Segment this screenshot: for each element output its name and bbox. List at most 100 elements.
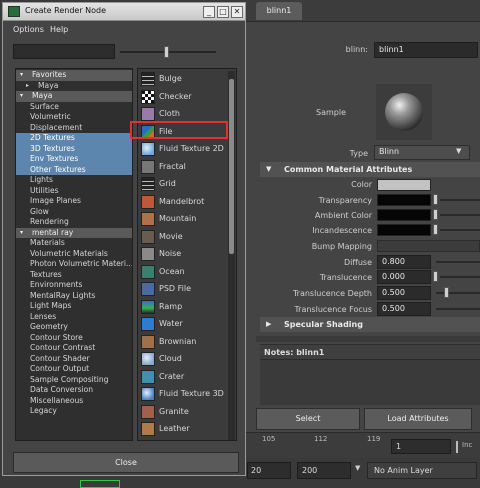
node-item-brownian[interactable]: Brownian [141, 334, 229, 350]
tree-item-maya[interactable]: ▸ Maya [16, 81, 132, 92]
maximize-button[interactable]: □ [217, 6, 229, 18]
tree-item-contour-output[interactable]: Contour Output [16, 364, 132, 375]
translucence-focus-field[interactable]: 0.500 [377, 302, 431, 316]
node-item-checker[interactable]: Checker [141, 89, 229, 105]
node-item-cloud[interactable]: Cloud [141, 351, 229, 367]
menu-help[interactable]: Help [50, 25, 68, 34]
tree-item-materials[interactable]: Materials [16, 238, 132, 249]
tree-item-lenses[interactable]: Lenses [16, 312, 132, 323]
tree-item-photon-volumetric-materi[interactable]: Photon Volumetric Materi... [16, 259, 132, 270]
tree-item-lights[interactable]: Lights [16, 175, 132, 186]
node-item-leather[interactable]: Leather [141, 421, 229, 437]
node-item-movie[interactable]: Movie [141, 229, 229, 245]
icon-size-slider[interactable] [164, 46, 169, 58]
filter-input[interactable] [13, 44, 115, 59]
select-button[interactable]: Select [256, 408, 360, 430]
node-item-bulge[interactable]: Bulge [141, 71, 229, 87]
translucence-depth-slider[interactable] [444, 287, 449, 298]
node-item-fluid-texture-2d[interactable]: Fluid Texture 2D [141, 141, 229, 157]
bump-field[interactable] [377, 240, 480, 252]
tree-item-favorites[interactable]: ▾ Favorites [16, 70, 132, 81]
tree-item-contour-store[interactable]: Contour Store [16, 333, 132, 344]
tree-item-image-planes[interactable]: Image Planes [16, 196, 132, 207]
tree-item-mental-ray[interactable]: ▾ mental ray [16, 227, 132, 239]
close-window-button[interactable]: ✕ [231, 6, 243, 18]
name-field[interactable]: blinn1 [374, 42, 478, 58]
tree-item-displacement[interactable]: Displacement [16, 123, 132, 134]
node-item-ocean[interactable]: Ocean [141, 264, 229, 280]
translucence-field[interactable]: 0.000 [377, 270, 431, 284]
tree-item-utilities[interactable]: Utilities [16, 186, 132, 197]
tree-item-sample-compositing[interactable]: Sample Compositing [16, 375, 132, 386]
node-item-fractal[interactable]: Fractal [141, 159, 229, 175]
node-item-fluid-texture-3d[interactable]: Fluid Texture 3D [141, 386, 229, 402]
tree-arrow-icon[interactable]: ▾ [20, 228, 23, 239]
incandescence-slider[interactable] [433, 224, 438, 235]
ambient-track[interactable] [440, 214, 480, 216]
node-item-ramp[interactable]: Ramp [141, 299, 229, 315]
node-item-mandelbrot[interactable]: Mandelbrot [141, 194, 229, 210]
time-slider[interactable]: 105 112 119 1 Inc [246, 432, 480, 458]
minimize-button[interactable]: _ [203, 6, 215, 18]
notes-textarea[interactable] [260, 359, 480, 405]
node-item-mountain[interactable]: Mountain [141, 211, 229, 227]
tree-item-volumetric[interactable]: Volumetric [16, 112, 132, 123]
tree-item-contour-contrast[interactable]: Contour Contrast [16, 343, 132, 354]
tree-item-mentalray-lights[interactable]: MentalRay Lights [16, 291, 132, 302]
color-swatch[interactable] [377, 179, 431, 191]
tree-item-other-textures[interactable]: Other Textures [16, 164, 132, 175]
incandescence-swatch[interactable] [377, 224, 431, 236]
tree-item-light-maps[interactable]: Light Maps [16, 301, 132, 312]
diffuse-field[interactable]: 0.800 [377, 255, 431, 269]
ambient-swatch[interactable] [377, 209, 431, 221]
common-material-section[interactable]: ▼ Common Material Attributes [260, 162, 480, 177]
tree-item-geometry[interactable]: Geometry [16, 322, 132, 333]
translucence-slider[interactable] [433, 271, 438, 282]
tree-item-data-conversion[interactable]: Data Conversion [16, 385, 132, 396]
diffuse-slider[interactable] [436, 261, 480, 263]
node-item-water[interactable]: Water [141, 316, 229, 332]
tree-item-miscellaneous[interactable]: Miscellaneous [16, 396, 132, 407]
incandescence-track[interactable] [440, 229, 480, 231]
node-list-scrollbar[interactable] [228, 71, 235, 440]
specular-shading-section[interactable]: ▶ Specular Shading [260, 317, 480, 332]
node-item-crater[interactable]: Crater [141, 369, 229, 385]
tree-item-environments[interactable]: Environments [16, 280, 132, 291]
node-item-cloth[interactable]: Cloth [141, 106, 229, 122]
menu-options[interactable]: Options [13, 25, 44, 34]
tree-item-textures[interactable]: Textures [16, 270, 132, 281]
tree-item-glow[interactable]: Glow [16, 207, 132, 218]
tab-blinn1[interactable]: blinn1 [256, 2, 302, 20]
transparency-swatch[interactable] [377, 194, 431, 206]
node-item-noise[interactable]: Noise [141, 246, 229, 262]
anim-layer-dropdown[interactable]: No Anim Layer [367, 462, 477, 479]
ambient-slider[interactable] [433, 209, 438, 220]
dialog-titlebar[interactable]: Create Render Node _ □ ✕ [3, 3, 245, 21]
range-end-field[interactable]: 200 [297, 462, 351, 479]
tree-item-2d-textures[interactable]: 2D Textures [16, 133, 132, 144]
tree-item-maya[interactable]: ▾ Maya [16, 91, 132, 102]
translucence-depth-track[interactable] [436, 292, 480, 294]
tree-item-legacy[interactable]: Legacy [16, 406, 132, 417]
scrollbar-thumb[interactable] [229, 79, 234, 254]
translucence-depth-field[interactable]: 0.500 [377, 286, 431, 300]
tree-arrow-icon[interactable]: ▸ [26, 81, 29, 92]
transparency-slider[interactable] [433, 194, 438, 205]
tree-arrow-icon[interactable]: ▾ [20, 91, 23, 102]
node-item-granite[interactable]: Granite [141, 404, 229, 420]
tree-item-3d-textures[interactable]: 3D Textures [16, 143, 132, 154]
tree-item-rendering[interactable]: Rendering [16, 217, 132, 228]
tree-item-volumetric-materials[interactable]: Volumetric Materials [16, 249, 132, 260]
tree-item-surface[interactable]: Surface [16, 102, 132, 113]
tree-item-env-textures[interactable]: Env Textures [16, 154, 132, 165]
tree-item-contour-shader[interactable]: Contour Shader [16, 354, 132, 365]
tree-arrow-icon[interactable]: ▾ [20, 70, 23, 81]
range-start-field[interactable]: 20 [247, 462, 291, 479]
node-item-grid[interactable]: Grid [141, 176, 229, 192]
translucence-focus-slider[interactable] [436, 308, 480, 310]
close-button[interactable]: Close [13, 452, 239, 473]
node-item-psd-file[interactable]: PSD File [141, 281, 229, 297]
translucence-track[interactable] [440, 276, 480, 278]
transparency-track[interactable] [440, 199, 480, 201]
current-frame-field[interactable]: 1 [391, 439, 451, 454]
